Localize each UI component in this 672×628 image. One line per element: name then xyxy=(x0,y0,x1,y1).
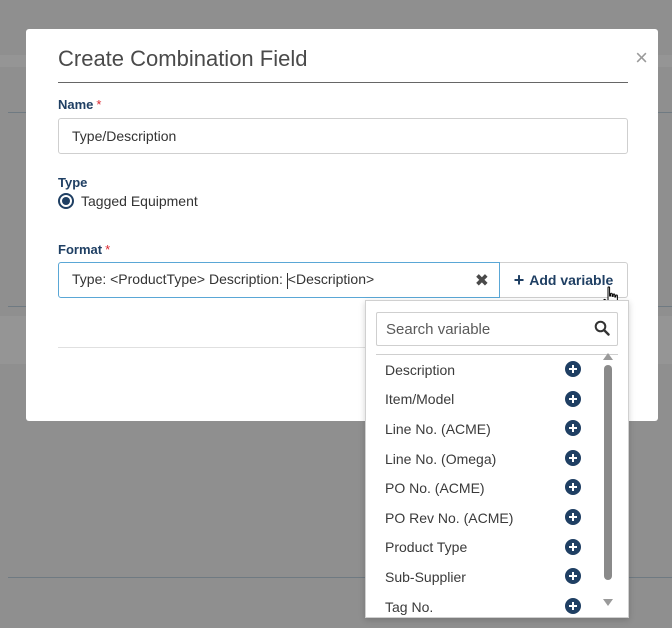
variable-item-label: PO No. (ACME) xyxy=(385,480,485,497)
variable-item-item-model[interactable]: Item/Model xyxy=(376,385,601,415)
clear-icon[interactable]: ✖ xyxy=(475,272,489,289)
plus-circle-icon[interactable] xyxy=(565,508,581,525)
variable-item-po-rev-no-acme[interactable]: PO Rev No. (ACME) xyxy=(376,503,601,533)
variable-item-label: Line No. (Omega) xyxy=(385,450,497,467)
required-marker: * xyxy=(96,97,102,112)
format-text-before-caret: Type: <ProductType> Description: xyxy=(72,271,287,288)
variable-dropdown: Description Item/Model Line No. (ACME) L… xyxy=(365,300,629,618)
format-text-after-caret: <Description> xyxy=(287,271,375,288)
search-variable-input[interactable] xyxy=(377,313,596,345)
plus-circle-icon[interactable] xyxy=(565,361,581,377)
scroll-down-arrow-icon[interactable] xyxy=(603,599,613,606)
variable-list: Description Item/Model Line No. (ACME) L… xyxy=(376,355,601,621)
variable-item-label: PO Rev No. (ACME) xyxy=(385,509,514,526)
dialog-title: Create Combination Field xyxy=(58,46,308,71)
variable-item-label: Description xyxy=(385,361,456,378)
variable-item-label: Sub-Supplier xyxy=(385,568,466,585)
plus-circle-icon[interactable] xyxy=(565,390,581,407)
plus-circle-icon[interactable] xyxy=(565,449,581,466)
variable-item-line-no-acme[interactable]: Line No. (ACME) xyxy=(376,414,601,444)
variable-item-product-type[interactable]: Product Type xyxy=(376,533,601,563)
variable-item-label: Product Type xyxy=(385,539,468,556)
plus-circle-icon[interactable] xyxy=(565,597,581,614)
plus-icon: + xyxy=(513,269,525,290)
plus-circle-icon[interactable] xyxy=(565,420,581,437)
plus-circle-icon[interactable] xyxy=(565,538,581,555)
variable-item-po-no-acme[interactable]: PO No. (ACME) xyxy=(376,473,601,503)
variable-item-sub-supplier[interactable]: Sub-Supplier xyxy=(376,562,601,592)
format-input-value[interactable]: Type: <ProductType> Description: <Descri… xyxy=(72,271,375,289)
scroll-up-arrow-icon[interactable] xyxy=(603,353,613,360)
variable-item-label: Tag No. xyxy=(385,598,434,615)
variable-item-line-no-omega[interactable]: Line No. (Omega) xyxy=(376,444,601,474)
add-variable-label: Add variable xyxy=(529,272,614,288)
name-label-text: Name xyxy=(58,97,94,112)
scrollbar-thumb[interactable] xyxy=(604,365,612,580)
magnifier-icon[interactable] xyxy=(594,320,610,336)
name-input[interactable] xyxy=(58,118,628,154)
close-icon[interactable]: × xyxy=(635,47,648,69)
required-marker: * xyxy=(105,242,111,257)
format-label-text: Format xyxy=(58,242,103,257)
search-box[interactable] xyxy=(376,312,618,346)
plus-circle-icon[interactable] xyxy=(565,479,581,496)
format-input[interactable]: Type: <ProductType> Description: <Descri… xyxy=(58,262,500,298)
title-divider xyxy=(58,82,628,83)
type-label: Type xyxy=(58,175,88,190)
name-label: Name * xyxy=(58,97,101,112)
variable-item-label: Line No. (ACME) xyxy=(385,420,491,437)
radio-option-label: Tagged Equipment xyxy=(81,193,198,209)
variable-item-description[interactable]: Description xyxy=(376,355,601,385)
variable-item-tag-no[interactable]: Tag No. xyxy=(376,592,601,622)
variable-item-label: Item/Model xyxy=(385,391,455,408)
type-radio-tagged-equipment[interactable]: Tagged Equipment xyxy=(58,193,198,209)
format-label: Format * xyxy=(58,242,110,257)
radio-selected-icon[interactable] xyxy=(58,193,74,209)
plus-circle-icon[interactable] xyxy=(565,568,581,585)
